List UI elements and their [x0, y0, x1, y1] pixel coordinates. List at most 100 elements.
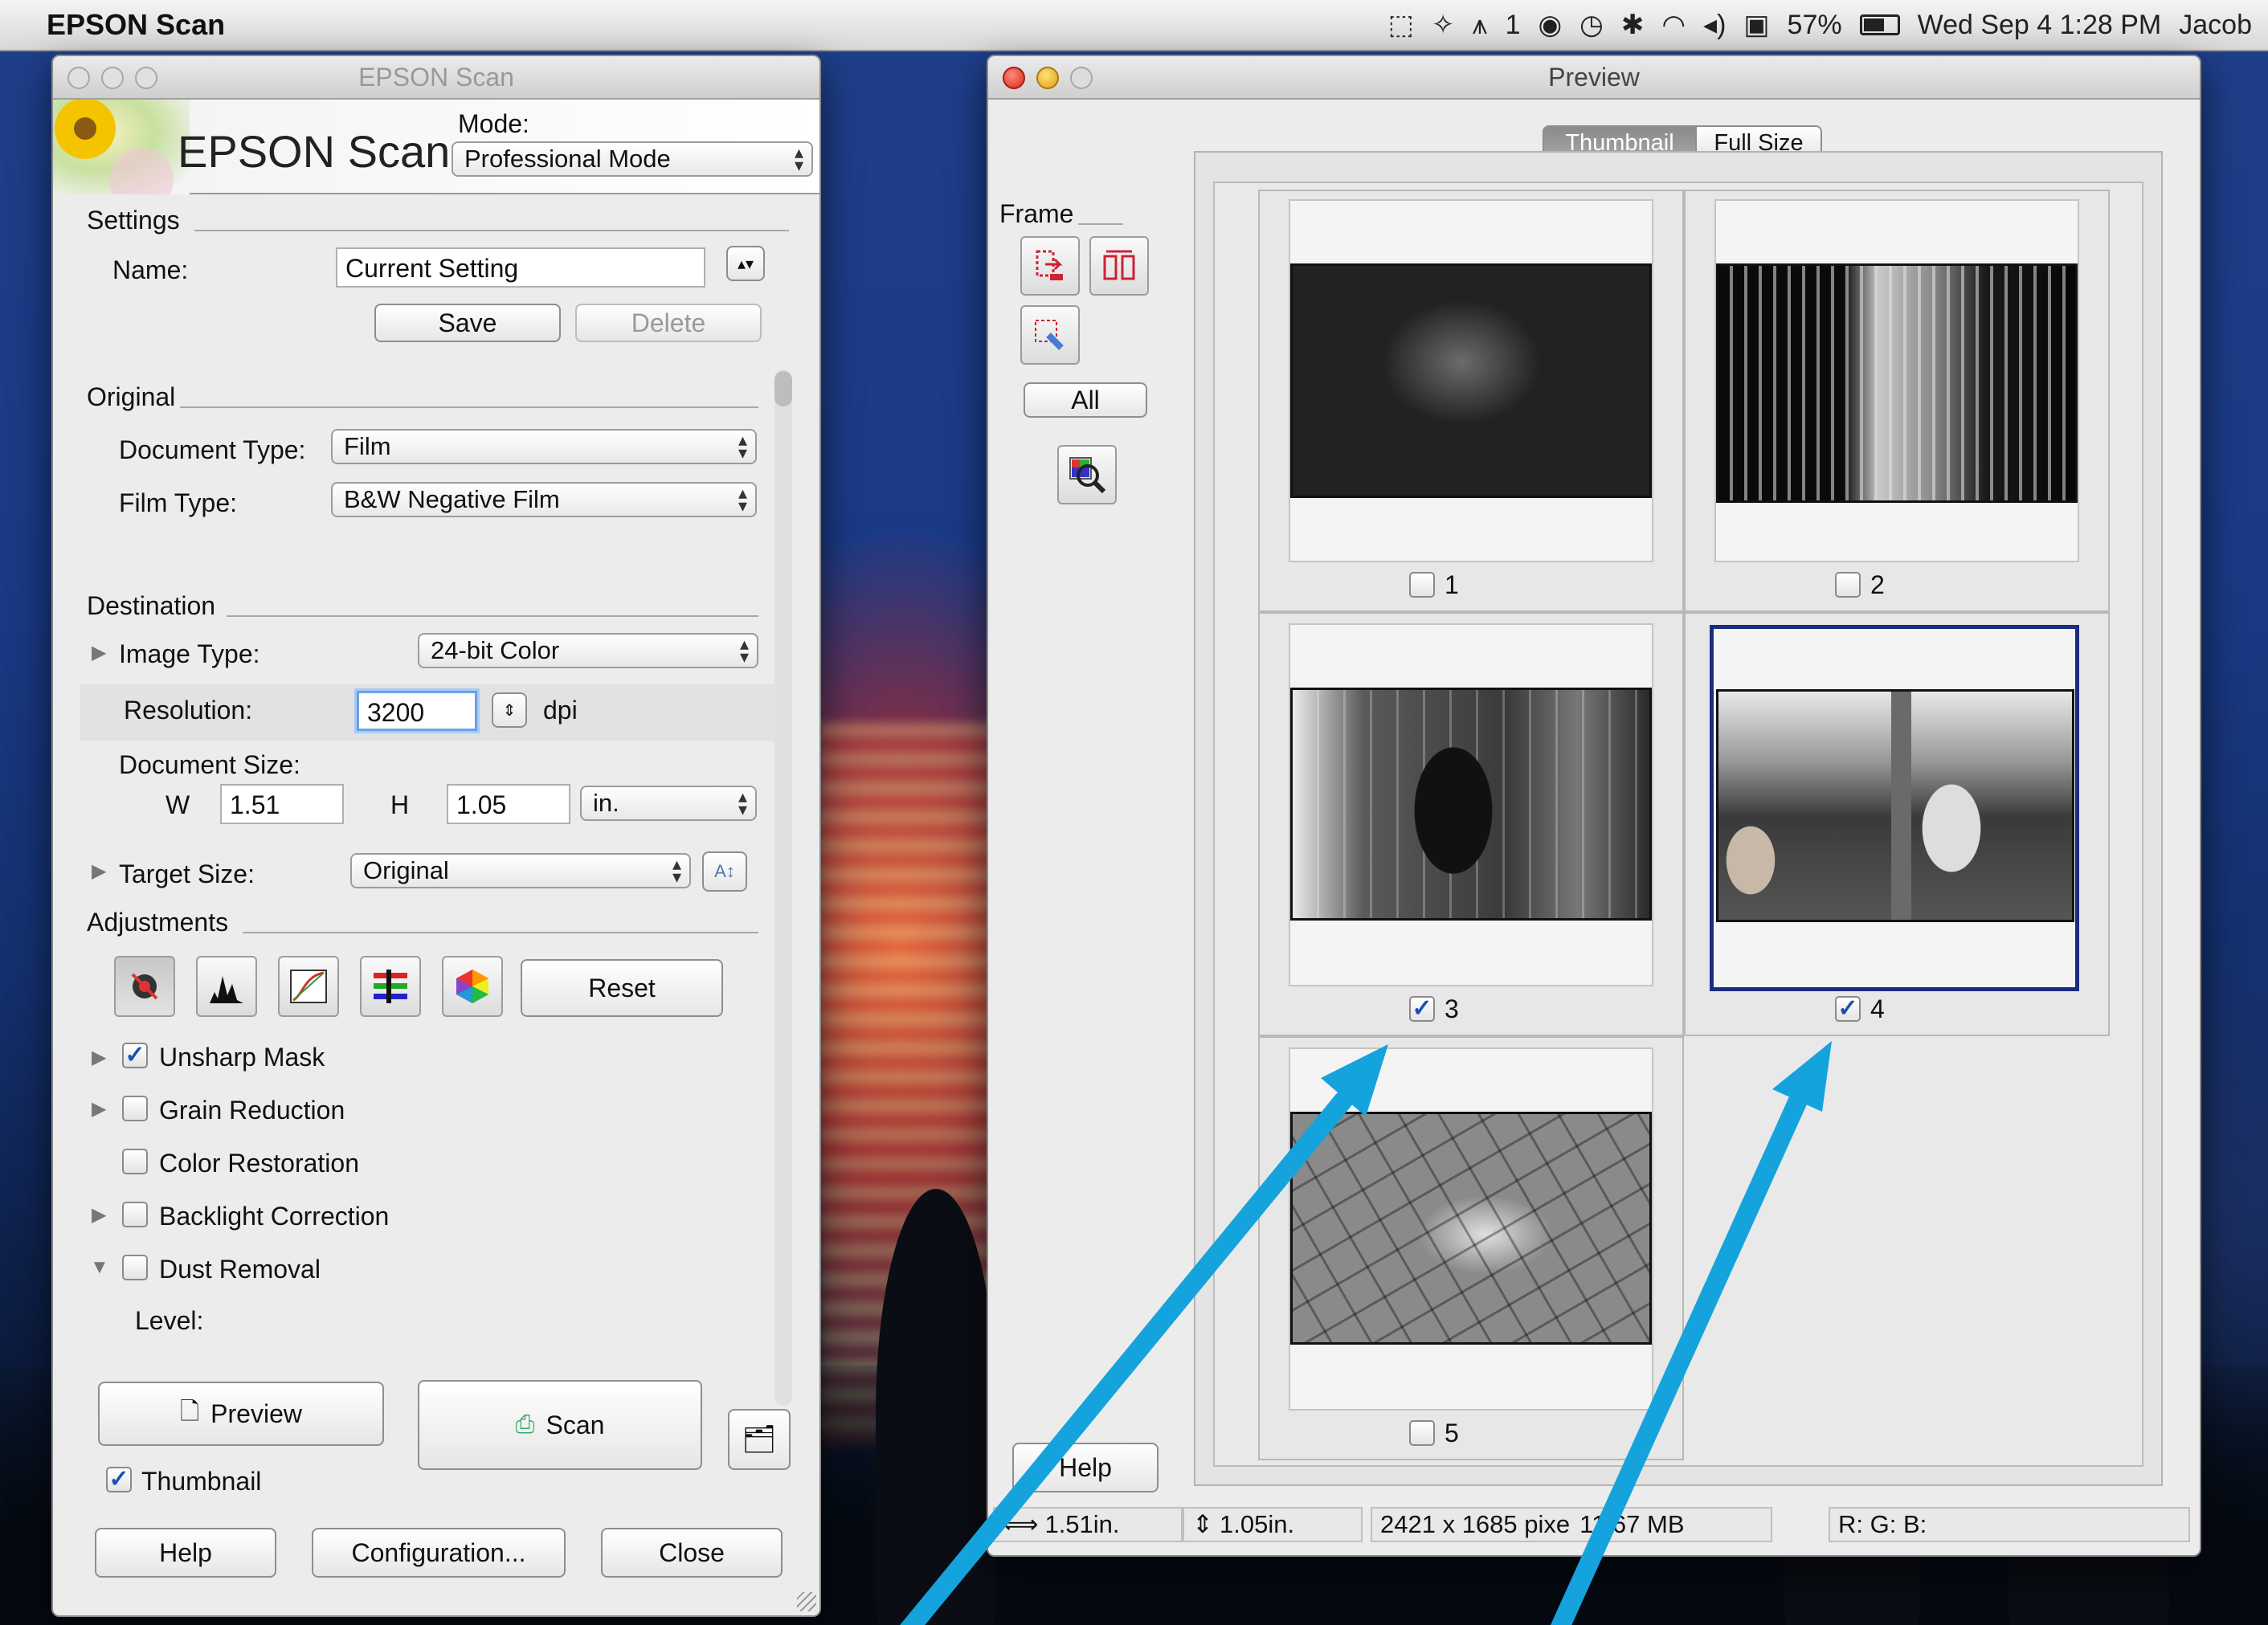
film-type-select[interactable]: B&W Negative Film ▴ ▾ — [331, 482, 757, 517]
size-unit-select[interactable]: in. ▴ ▾ — [580, 786, 757, 821]
frame-image-2[interactable] — [1716, 263, 2078, 503]
minimize-window-button[interactable] — [1036, 67, 1059, 89]
resolution-label: Resolution: — [124, 696, 253, 725]
color-balance-icon[interactable] — [360, 956, 421, 1017]
all-frames-button[interactable]: All — [1024, 382, 1147, 418]
frame-2-number: 2 — [1870, 570, 1885, 599]
frame-5-number: 5 — [1445, 1419, 1459, 1447]
orientation-button[interactable]: A↕ — [702, 851, 747, 892]
film-type-value: B&W Negative Film — [344, 485, 560, 513]
size-unit-value: in. — [593, 789, 619, 817]
frame-4-checkbox[interactable]: ✓ — [1835, 996, 1861, 1022]
menu-app-name[interactable]: EPSON Scan — [47, 8, 225, 42]
close-window-button[interactable] — [1003, 67, 1025, 89]
battery-icon[interactable] — [1859, 14, 1900, 35]
disclosure-triangle-icon[interactable]: ▶ — [92, 1046, 106, 1069]
delete-button[interactable]: Delete — [575, 304, 762, 342]
configuration-button[interactable]: Configuration... — [312, 1528, 566, 1578]
zoom-window-button[interactable] — [1070, 67, 1093, 89]
bluetooth-icon[interactable]: ✱ — [1621, 9, 1645, 41]
settings-scrollbar-thumb[interactable] — [774, 371, 792, 406]
disclosure-triangle-icon[interactable]: ▶ — [92, 641, 106, 664]
delete-marquee-icon[interactable] — [1020, 305, 1080, 365]
setting-name-field[interactable]: Current Setting — [336, 247, 705, 288]
color-restoration-checkbox[interactable] — [122, 1149, 148, 1174]
frame-image-3[interactable] — [1290, 688, 1652, 921]
save-button[interactable]: Save — [374, 304, 561, 342]
screenshot-icon[interactable]: ⬚ — [1388, 9, 1414, 41]
disclosure-triangle-icon[interactable]: ▶ — [92, 859, 106, 883]
close-button[interactable]: Close — [601, 1528, 783, 1578]
disclosure-triangle-icon[interactable]: ▶ — [92, 1203, 106, 1227]
resolution-stepper[interactable]: ⇕ — [492, 692, 527, 728]
resize-grip-icon[interactable] — [797, 1592, 816, 1611]
grain-reduction-checkbox[interactable] — [122, 1096, 148, 1121]
image-type-select[interactable]: 24-bit Color ▴ ▾ — [418, 633, 758, 668]
image-type-value: 24-bit Color — [431, 636, 560, 664]
keyboard-icon[interactable]: ▣ — [1743, 9, 1769, 41]
frame-image-4[interactable] — [1716, 689, 2074, 922]
zoom-window-button[interactable] — [135, 67, 157, 89]
frame-5-checkbox[interactable] — [1409, 1420, 1435, 1446]
status-size-value: 11.67 MB — [1579, 1510, 1685, 1538]
width-field[interactable]: 1.51 — [220, 784, 344, 824]
backlight-correction-label: Backlight Correction — [159, 1202, 390, 1231]
height-field[interactable]: 1.05 — [447, 784, 570, 824]
setting-name-stepper[interactable]: ▴▾ — [726, 246, 765, 281]
dust-removal-checkbox[interactable] — [122, 1255, 148, 1280]
zoom-preview-icon[interactable] — [1057, 445, 1117, 504]
disclosure-triangle-icon[interactable]: ▶ — [92, 1097, 106, 1121]
wifi-icon[interactable]: ◠ — [1661, 9, 1686, 41]
epson-brand: EPSON Scan — [178, 126, 451, 177]
flower-logo-icon — [53, 100, 190, 194]
adobe-icon[interactable]: ⩚ — [1472, 10, 1487, 41]
width-arrow-icon: ⟺ — [1003, 1510, 1039, 1538]
mode-select-value: Professional Mode — [464, 145, 671, 173]
epson-scan-titlebar[interactable]: EPSON Scan — [53, 56, 819, 100]
resolution-field[interactable]: 3200 — [357, 691, 477, 731]
target-size-select[interactable]: Original ▴ ▾ — [350, 853, 691, 888]
settings-scrollbar-track[interactable] — [774, 370, 792, 1406]
preview-button[interactable]: 🗋 Preview — [98, 1382, 384, 1446]
image-type-label: Image Type: — [119, 639, 260, 668]
frame-1-checkbox[interactable] — [1409, 572, 1435, 598]
frame-3-checkbox[interactable]: ✓ — [1409, 996, 1435, 1022]
desktop-silhouette — [876, 1189, 996, 1625]
preview-titlebar[interactable]: Preview — [988, 56, 2200, 100]
file-save-settings-icon[interactable]: 🗂 — [728, 1409, 791, 1470]
frame-1-number: 1 — [1445, 570, 1459, 599]
reset-button[interactable]: Reset — [521, 959, 723, 1017]
divider — [194, 230, 789, 231]
frame-image-1[interactable] — [1290, 263, 1652, 498]
disclosure-triangle-open-icon[interactable]: ▼ — [90, 1256, 109, 1279]
unsharp-mask-checkbox[interactable]: ✓ — [122, 1043, 148, 1068]
clock[interactable]: Wed Sep 4 1:28 PM — [1918, 10, 2162, 41]
user-name[interactable]: Jacob — [2179, 10, 2252, 41]
document-type-select[interactable]: Film ▴ ▾ — [331, 429, 757, 464]
tone-curve-icon[interactable] — [278, 956, 339, 1017]
frame-2-checkbox[interactable] — [1835, 572, 1861, 598]
volume-icon[interactable]: ◂) — [1703, 9, 1726, 41]
minimize-window-button[interactable] — [101, 67, 124, 89]
eye-icon[interactable]: ◉ — [1539, 9, 1563, 41]
battery-percent[interactable]: 57% — [1788, 10, 1842, 41]
select-frame-icon[interactable] — [1020, 236, 1080, 296]
histogram-icon[interactable] — [196, 956, 257, 1017]
thumbnail-checkbox[interactable]: ✓ — [106, 1467, 132, 1492]
frame-image-5[interactable] — [1290, 1112, 1652, 1345]
scan-icon: ⎙ — [515, 1411, 535, 1438]
help-button[interactable]: Help — [95, 1528, 276, 1578]
color-palette-icon[interactable] — [442, 956, 503, 1017]
status-pixels-value: 2421 x 1685 pixe — [1380, 1510, 1571, 1538]
mode-select[interactable]: Professional Mode ▴ ▾ — [452, 141, 813, 177]
split-frame-icon[interactable] — [1089, 236, 1149, 296]
epson-scan-window: EPSON Scan EPSON Scan Mode: Professional… — [51, 55, 821, 1617]
backlight-correction-checkbox[interactable] — [122, 1202, 148, 1227]
dropbox-icon[interactable]: ✧ — [1432, 9, 1455, 41]
target-size-label: Target Size: — [119, 859, 255, 888]
scan-button[interactable]: ⎙ Scan — [418, 1380, 702, 1470]
auto-exposure-icon[interactable] — [114, 956, 175, 1017]
close-window-button[interactable] — [67, 67, 90, 89]
preview-help-button[interactable]: Help — [1012, 1443, 1159, 1492]
time-machine-icon[interactable]: ◷ — [1579, 9, 1604, 41]
